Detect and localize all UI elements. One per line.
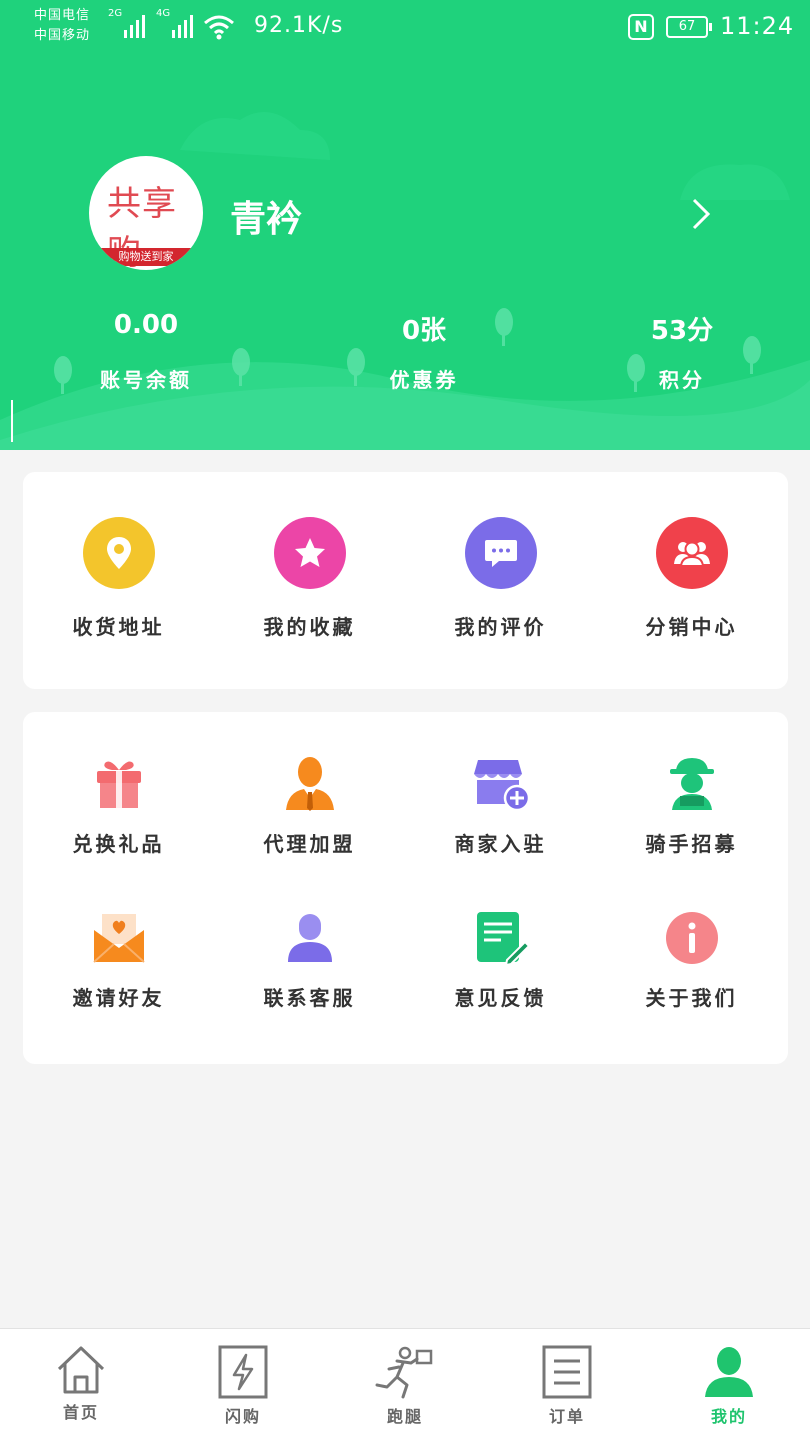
quick-action-favorites[interactable]: 我的收藏 — [214, 517, 405, 640]
wifi-icon — [204, 15, 234, 40]
envelope-heart-icon — [89, 908, 149, 968]
stat-balance[interactable]: 0.00 账号余额 — [46, 310, 246, 393]
quick-action-label: 收货地址 — [72, 615, 165, 639]
service-label: 意见反馈 — [454, 986, 547, 1010]
network-type-1: 2G — [108, 8, 123, 19]
tab-mine[interactable]: 我的 — [648, 1329, 810, 1440]
status-bar: 中国电信 中国移动 2G 4G 92.1K/s N 67 11:24 — [0, 0, 810, 56]
quick-actions-card: 收货地址 我的收藏 我的评价 分销中心 — [23, 472, 788, 689]
tab-label: 我的 — [710, 1407, 747, 1426]
status-time: 11:24 — [720, 12, 795, 40]
tab-orders[interactable]: 订单 — [486, 1329, 648, 1440]
location-pin-icon — [82, 517, 155, 589]
quick-action-distribution[interactable]: 分销中心 — [596, 517, 787, 640]
tab-flash-sale[interactable]: 闪购 — [162, 1329, 324, 1440]
network-speed: 92.1K/s — [254, 13, 344, 38]
stat-value: 0.00 — [113, 310, 179, 340]
carrier-2: 中国移动 — [34, 28, 91, 43]
tab-errand[interactable]: 跑腿 — [324, 1329, 486, 1440]
chat-bubble-icon — [464, 517, 537, 589]
signal-1-icon: 2G — [108, 8, 145, 38]
quick-action-address[interactable]: 收货地址 — [23, 517, 214, 640]
profile-icon — [705, 1347, 753, 1397]
signal-2-icon: 4G — [156, 8, 193, 38]
service-label: 兑换礼品 — [72, 832, 165, 856]
stat-coupons[interactable]: 0张 优惠券 — [324, 310, 524, 393]
tab-label: 首页 — [62, 1403, 99, 1422]
star-icon — [273, 517, 346, 589]
service-merchant-join[interactable]: 商家入驻 — [405, 754, 596, 857]
text-cursor — [11, 400, 13, 442]
tab-label: 订单 — [548, 1407, 585, 1426]
service-label: 联系客服 — [263, 986, 356, 1010]
service-about-us[interactable]: 关于我们 — [596, 908, 787, 1011]
service-label: 代理加盟 — [263, 832, 356, 856]
service-label: 商家入驻 — [454, 832, 547, 856]
person-icon — [280, 908, 340, 968]
stat-label: 优惠券 — [389, 368, 459, 392]
tab-home[interactable]: 首页 — [0, 1329, 162, 1440]
order-icon — [542, 1345, 592, 1399]
service-gift-exchange[interactable]: 兑换礼品 — [23, 754, 214, 857]
users-icon — [655, 517, 728, 589]
gift-icon — [89, 754, 149, 814]
tab-label: 跑腿 — [386, 1407, 423, 1426]
battery-icon: 67 — [666, 16, 712, 38]
service-agent-join[interactable]: 代理加盟 — [214, 754, 405, 857]
quick-action-label: 我的收藏 — [263, 615, 356, 639]
profile-header: 中国电信 中国移动 2G 4G 92.1K/s N 67 11:24 共享购 购… — [0, 0, 810, 450]
service-rider-recruit[interactable]: 骑手招募 — [596, 754, 787, 857]
stat-label: 账号余额 — [100, 368, 192, 392]
service-label: 骑手招募 — [645, 832, 738, 856]
agent-icon — [280, 754, 340, 814]
service-label: 邀请好友 — [72, 986, 165, 1010]
info-icon — [662, 908, 722, 968]
network-type-2: 4G — [156, 8, 171, 19]
tab-label: 闪购 — [224, 1407, 261, 1426]
quick-action-label: 我的评价 — [454, 615, 547, 639]
home-icon — [57, 1346, 105, 1394]
carrier-labels: 中国电信 中国移动 — [34, 6, 90, 46]
store-add-icon — [471, 754, 531, 814]
services-card: 兑换礼品 代理加盟 商家入驻 骑手招募 邀请好友 联系客服 意见反馈 关于我们 — [23, 712, 788, 1064]
service-feedback[interactable]: 意见反馈 — [405, 908, 596, 1011]
feedback-edit-icon — [471, 908, 531, 968]
bottom-tab-bar: 首页 闪购 跑腿 订单 我的 — [0, 1328, 810, 1440]
nfc-icon: N — [628, 14, 654, 40]
stat-label: 积分 — [659, 368, 705, 392]
avatar-ribbon: 购物送到家 — [89, 248, 203, 266]
quick-action-label: 分销中心 — [645, 615, 738, 639]
quick-action-reviews[interactable]: 我的评价 — [405, 517, 596, 640]
avatar[interactable]: 共享购 购物送到家 — [89, 156, 203, 270]
carrier-1: 中国电信 — [34, 8, 91, 23]
service-invite-friends[interactable]: 邀请好友 — [23, 908, 214, 1011]
stat-value: 53分 — [650, 316, 714, 346]
username[interactable]: 青衿 — [230, 190, 302, 242]
flash-icon — [218, 1345, 268, 1399]
rider-icon — [662, 754, 722, 814]
runner-icon — [375, 1346, 433, 1399]
stat-points[interactable]: 53分 积分 — [582, 310, 782, 393]
service-label: 关于我们 — [645, 986, 738, 1010]
stat-value: 0张 — [401, 316, 447, 346]
chevron-right-icon[interactable] — [690, 196, 714, 232]
service-contact-support[interactable]: 联系客服 — [214, 908, 405, 1011]
